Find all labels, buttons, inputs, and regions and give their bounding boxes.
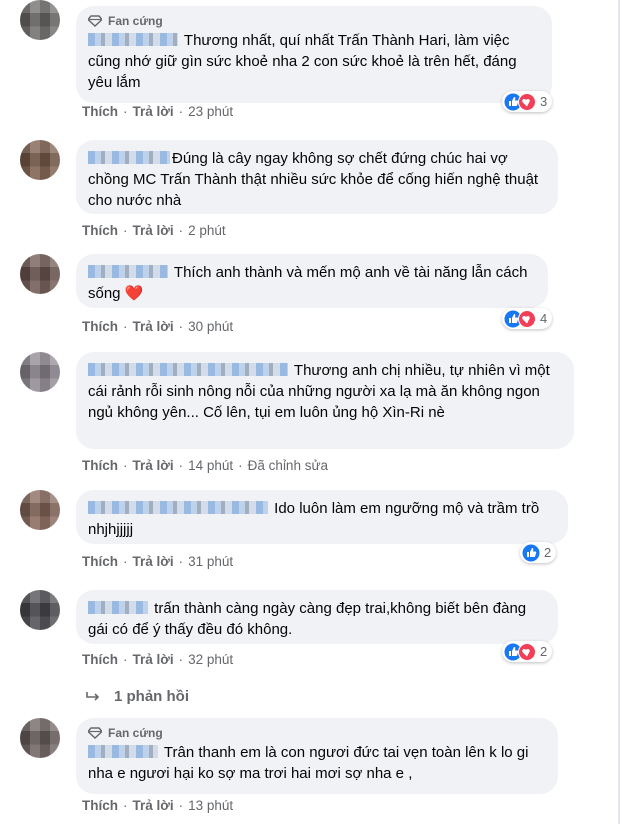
avatar[interactable] <box>20 140 60 180</box>
reply-link[interactable]: Trả lời <box>133 319 174 334</box>
timestamp[interactable]: 23 phút <box>188 104 233 119</box>
like-link[interactable]: Thích <box>82 798 118 813</box>
love-reaction-icon <box>518 309 536 328</box>
like-link[interactable]: Thích <box>82 652 118 667</box>
avatar[interactable] <box>20 490 60 530</box>
avatar[interactable] <box>20 718 60 758</box>
reply-link[interactable]: Trả lời <box>133 223 174 238</box>
comment-text: trấn thành càng ngày càng đẹp trai,không… <box>88 600 527 638</box>
redacted-author-name[interactable] <box>88 501 268 514</box>
redacted-author-name[interactable] <box>88 601 148 614</box>
timestamp[interactable]: 14 phút <box>188 458 233 473</box>
reply-link[interactable]: Trả lời <box>133 554 174 569</box>
comment-actions: Thích · Trả lời · 14 phút · Đã chỉnh sửa <box>82 458 328 473</box>
reaction-count: 3 <box>540 94 548 109</box>
redacted-author-name[interactable] <box>88 265 168 278</box>
timestamp[interactable]: 13 phút <box>188 798 233 813</box>
reply-link[interactable]: Trả lời <box>133 652 174 667</box>
like-link[interactable]: Thích <box>82 319 118 334</box>
like-link[interactable]: Thích <box>82 458 118 473</box>
avatar[interactable] <box>20 590 60 630</box>
reaction-summary[interactable]: 2 <box>520 542 557 563</box>
fan-badge[interactable]: Fan cứng <box>88 12 540 30</box>
comment-actions: Thích · Trả lời · 2 phút <box>82 223 226 238</box>
like-link[interactable]: Thích <box>82 104 118 119</box>
like-reaction-icon <box>522 544 540 561</box>
reaction-summary[interactable]: 2 <box>502 641 553 662</box>
diamond-icon <box>88 15 102 27</box>
edited-label[interactable]: Đã chỉnh sửa <box>248 458 328 473</box>
comment-actions: Thích · Trả lời · 23 phút <box>82 104 234 119</box>
comment-actions: Thích · Trả lời · 30 phút <box>82 319 234 334</box>
timestamp[interactable]: 2 phút <box>188 223 226 238</box>
comment-bubble: Fan cứng Thương nhất, quí nhất Trấn Thàn… <box>76 6 552 103</box>
love-reaction-icon <box>518 92 536 111</box>
like-link[interactable]: Thích <box>82 223 118 238</box>
comment-bubble: Đúng là cây ngay không sợ chết đứng chúc… <box>76 140 558 214</box>
timestamp[interactable]: 32 phút <box>188 652 233 667</box>
reaction-summary[interactable]: 4 <box>502 308 553 329</box>
redacted-author-name[interactable] <box>88 745 158 758</box>
reply-link[interactable]: Trả lời <box>133 104 174 119</box>
avatar[interactable] <box>20 254 60 294</box>
avatar[interactable] <box>20 352 60 392</box>
timestamp[interactable]: 30 phút <box>188 319 233 334</box>
reply-link[interactable]: Trả lời <box>133 458 174 473</box>
like-link[interactable]: Thích <box>82 554 118 569</box>
redacted-author-name[interactable] <box>88 363 288 376</box>
reaction-count: 4 <box>540 311 548 326</box>
comment-actions: Thích · Trả lời · 31 phút <box>82 554 234 569</box>
reply-link[interactable]: Trả lời <box>133 798 174 813</box>
comment-bubble: Thương anh chị nhiều, tự nhiên vì một cá… <box>76 352 574 449</box>
reaction-count: 2 <box>544 545 552 560</box>
comment-bubble: Fan cứng Trân thanh em là con ngươi đức … <box>76 718 558 794</box>
replies-count-label[interactable]: 1 phản hồi <box>114 688 189 705</box>
diamond-icon <box>88 727 102 739</box>
reaction-count: 2 <box>540 644 548 659</box>
reply-arrow-icon <box>86 691 100 701</box>
redacted-author-name[interactable] <box>88 151 170 164</box>
comment-actions: Thích · Trả lời · 32 phút <box>82 652 234 667</box>
view-replies-link[interactable]: 1 phản hồi <box>86 688 189 705</box>
timestamp[interactable]: 31 phút <box>188 554 233 569</box>
comment-bubble: Thích anh thành và mến mộ anh về tài năn… <box>76 254 548 308</box>
redacted-author-name[interactable] <box>88 33 178 46</box>
reaction-summary[interactable]: 3 <box>502 91 553 112</box>
comment-actions: Thích · Trả lời · 13 phút <box>82 798 234 813</box>
avatar[interactable] <box>20 0 60 40</box>
love-reaction-icon <box>518 642 536 661</box>
fan-badge[interactable]: Fan cứng <box>88 724 546 742</box>
comment-bubble: trấn thành càng ngày càng đẹp trai,không… <box>76 590 558 644</box>
comment-bubble: Ido luôn làm em ngưỡng mộ và trầm trồ nh… <box>76 490 568 544</box>
